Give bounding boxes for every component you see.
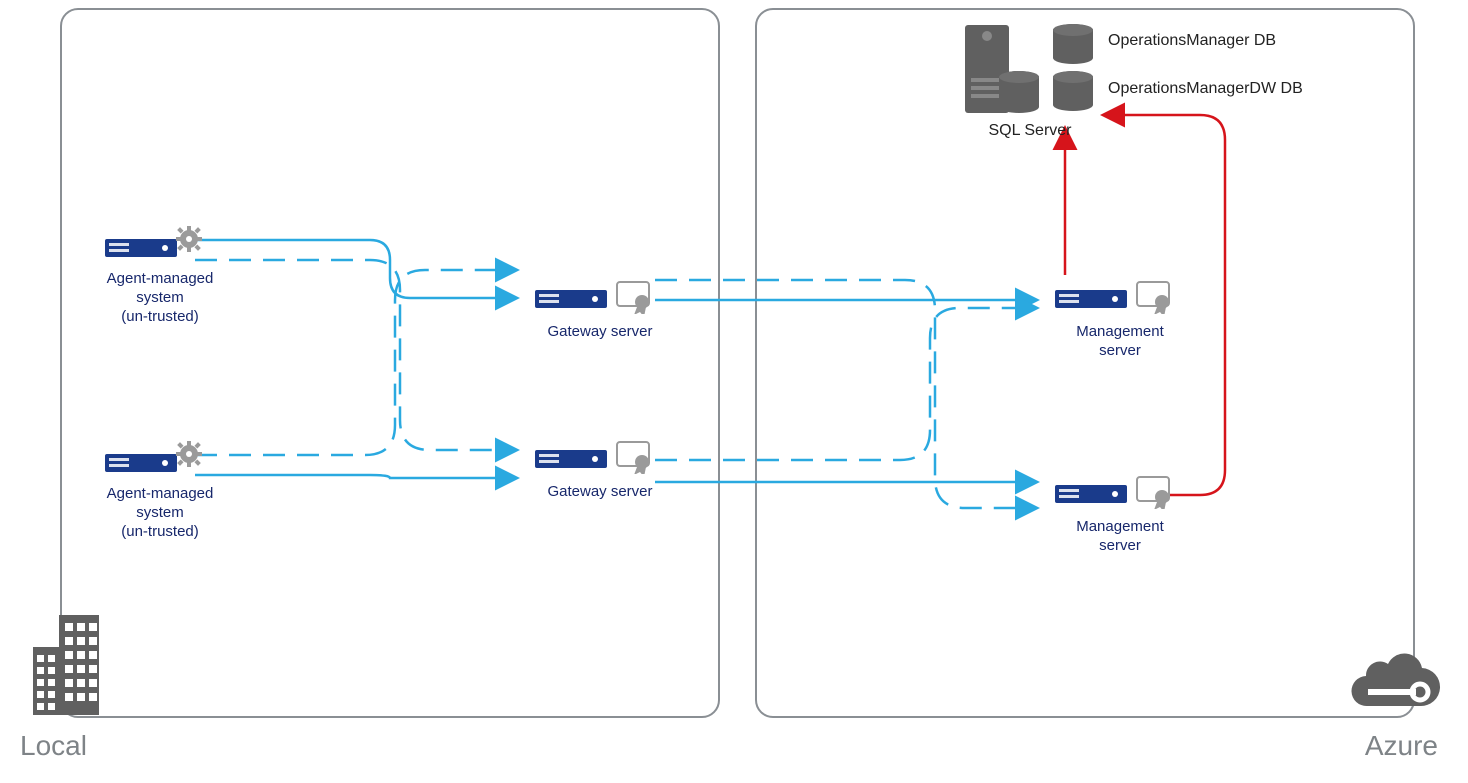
- mgmt1-label: Management server: [1040, 323, 1200, 361]
- cloud-icon: [1350, 645, 1445, 720]
- management-server-1: Management server: [1040, 280, 1200, 361]
- agent1-label: Agent-managed system (un-trusted): [80, 270, 240, 326]
- gw2-label: Gateway server: [520, 483, 680, 502]
- gateway-server-2: Gateway server: [520, 440, 680, 502]
- sql-server-icon: [965, 20, 1105, 125]
- management-server-2: Management server: [1040, 475, 1200, 556]
- gw1-label: Gateway server: [520, 323, 680, 342]
- ops-manager-dw-db-label: OperationsManagerDW DB: [1108, 80, 1303, 98]
- sql-server-label: SQL Server: [980, 122, 1080, 140]
- building-icon: [25, 615, 110, 720]
- azure-region-label: Azure: [1365, 730, 1438, 762]
- agent2-label: Agent-managed system (un-trusted): [80, 485, 240, 541]
- gateway-server-1: Gateway server: [520, 280, 680, 342]
- local-region-label: Local: [20, 730, 87, 762]
- local-region-box: [60, 8, 720, 718]
- ops-manager-db-label: OperationsManager DB: [1108, 32, 1276, 50]
- agent-managed-system-2: Agent-managed system (un-trusted): [80, 440, 240, 541]
- agent-managed-system-1: Agent-managed system (un-trusted): [80, 225, 240, 326]
- mgmt2-label: Management server: [1040, 518, 1200, 556]
